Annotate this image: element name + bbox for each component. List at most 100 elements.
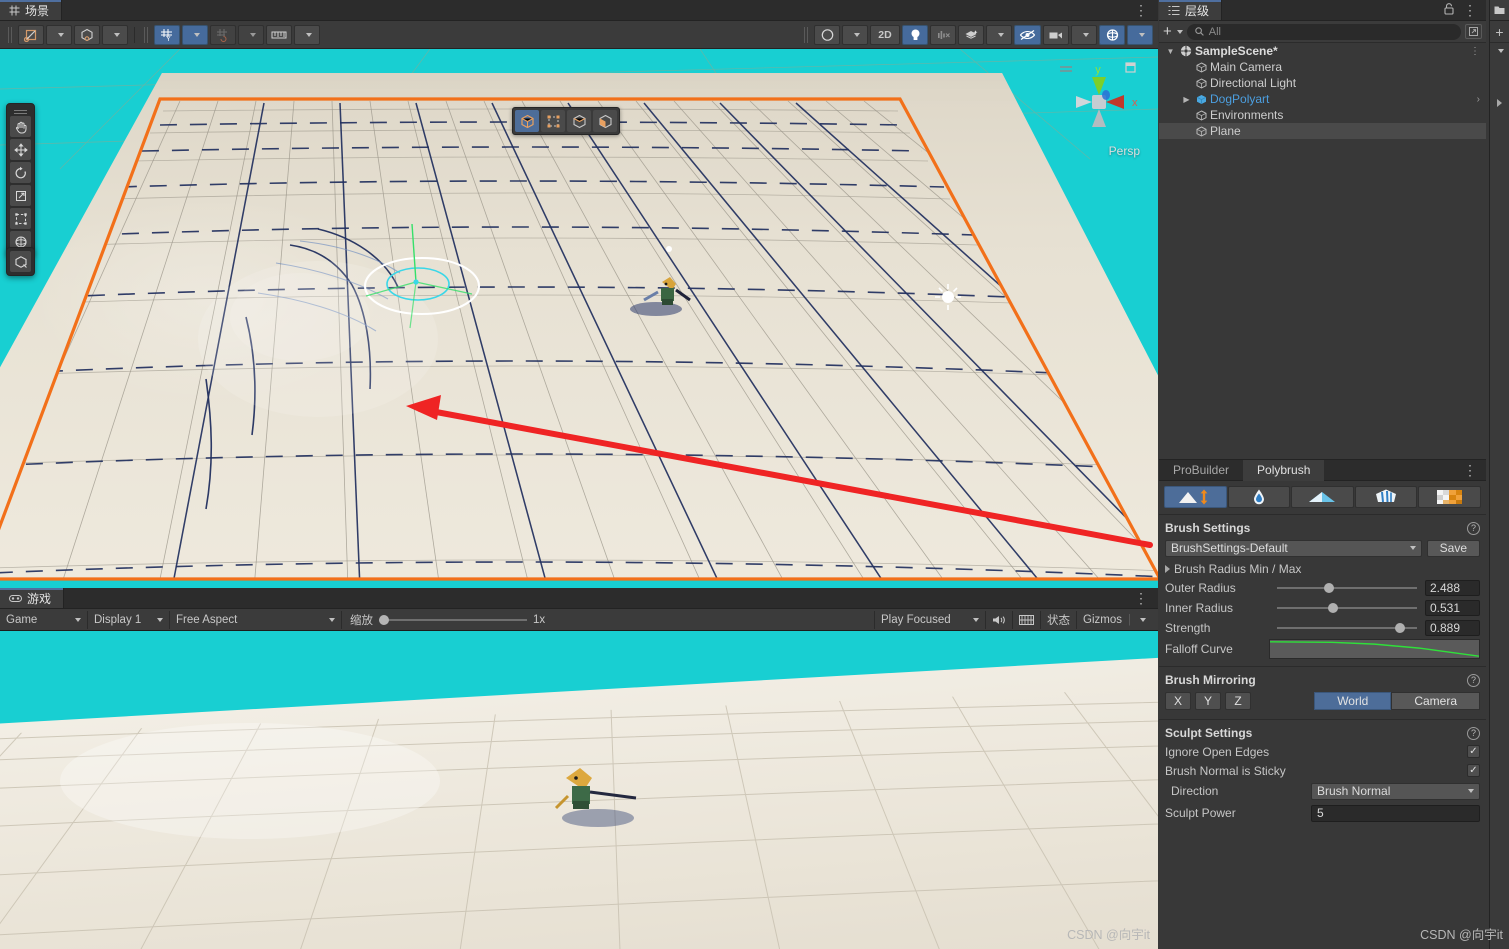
gizmos-dropdown[interactable] <box>1127 24 1153 45</box>
mirror-space-world-button[interactable]: World <box>1314 692 1392 710</box>
polybrush-menu-icon[interactable]: ⋮ <box>1463 462 1477 478</box>
camera-settings-button[interactable] <box>1043 24 1069 45</box>
search-input[interactable]: All <box>1186 23 1461 40</box>
smooth-mode-button[interactable] <box>1227 486 1291 508</box>
tab-polybrush[interactable]: Polybrush <box>1243 459 1325 481</box>
pivot-mode-dropdown[interactable] <box>46 24 72 45</box>
slider-value-field[interactable]: 0.889 <box>1425 620 1480 636</box>
scene-lighting-button[interactable] <box>902 24 928 45</box>
hierarchy-item-samplescene[interactable]: ▼ SampleScene* ⋮ <box>1159 43 1486 59</box>
tab-game[interactable]: 游戏 <box>0 588 65 608</box>
rect-tool-button[interactable] <box>10 208 31 229</box>
scene-tab-menu[interactable]: ⋮ <box>1134 0 1158 20</box>
ignore-open-edges-row[interactable]: Ignore Open Edges ✓ <box>1165 742 1480 761</box>
play-focus-selector[interactable]: Play Focused <box>874 610 987 629</box>
brush-radius-foldout[interactable]: Brush Radius Min / Max <box>1165 559 1480 578</box>
grid-snapping-dropdown[interactable] <box>182 24 208 45</box>
draw-mode-dropdown[interactable] <box>842 24 868 45</box>
scale-slider-group[interactable]: 缩放 1x <box>342 612 553 628</box>
paint-vertex-color-button[interactable] <box>1354 486 1418 508</box>
scale-slider-track[interactable] <box>379 614 527 625</box>
handle-rotation-dropdown[interactable] <box>102 24 128 45</box>
slider-knob[interactable] <box>1323 583 1334 593</box>
disclosure-triangle[interactable]: ▼ <box>1164 47 1177 56</box>
audio-toggle-button[interactable] <box>930 24 956 45</box>
flatten-mode-button[interactable] <box>1291 486 1354 508</box>
mute-audio-button[interactable] <box>986 610 1014 629</box>
scale-tool-button[interactable] <box>10 185 31 206</box>
move-tool-button[interactable] <box>10 139 31 160</box>
help-icon[interactable]: ? <box>1467 521 1480 535</box>
mirror-axis-y-button[interactable]: Y <box>1195 692 1221 710</box>
probuilder-face-mode[interactable] <box>593 110 617 132</box>
slider-track[interactable] <box>1277 623 1417 633</box>
tab-scene[interactable]: 场景 <box>0 0 63 20</box>
direction-dropdown[interactable]: Brush Normal <box>1311 782 1480 800</box>
sliver-tab[interactable] <box>1490 0 1509 21</box>
slider-value-field[interactable]: 0.531 <box>1425 600 1480 616</box>
search-expand-button[interactable] <box>1465 24 1482 39</box>
increment-snap-dropdown[interactable] <box>294 24 320 45</box>
save-button[interactable]: Save <box>1426 539 1480 557</box>
mirror-space-camera-button[interactable]: Camera <box>1391 692 1480 710</box>
stats-label-item[interactable]: 状态 <box>1041 610 1078 629</box>
stats-button[interactable] <box>1013 610 1042 629</box>
pivot-mode-button[interactable] <box>18 24 44 45</box>
grid-visibility-button[interactable] <box>210 24 236 45</box>
chevron-down-icon[interactable] <box>1498 49 1504 53</box>
display-selector[interactable]: Display 1 <box>88 610 170 629</box>
help-icon[interactable]: ? <box>1467 726 1480 740</box>
slider-value-field[interactable]: 2.488 <box>1425 580 1480 596</box>
camera-settings-dropdown[interactable] <box>1071 24 1097 45</box>
slider-knob[interactable] <box>1395 623 1406 633</box>
hierarchy-item-directional-light[interactable]: Directional Light <box>1159 75 1486 91</box>
lock-icon[interactable] <box>1444 2 1454 18</box>
grid-visibility-dropdown[interactable] <box>238 24 264 45</box>
help-icon[interactable]: ? <box>1467 673 1480 687</box>
scene-viewport[interactable]: y x Persp <box>0 49 1158 588</box>
draw-mode-button[interactable] <box>814 24 840 45</box>
brush-preset-dropdown[interactable]: BrushSettings-Default <box>1165 539 1422 557</box>
slider-track[interactable] <box>1277 583 1417 593</box>
hierarchy-menu-icon[interactable]: ⋮ <box>1463 3 1477 17</box>
prefab-open-chevron[interactable]: › <box>1477 94 1480 105</box>
probuilder-edge-mode[interactable] <box>567 110 591 132</box>
game-viewport[interactable]: CSDN @向宇it <box>0 631 1158 949</box>
toolbar-grip-3[interactable] <box>804 26 809 43</box>
slider-knob[interactable] <box>1328 603 1338 613</box>
play-mode-selector[interactable]: Game <box>0 610 88 629</box>
hand-tool-button[interactable] <box>10 116 31 137</box>
custom-editor-tool-button[interactable] <box>10 251 31 272</box>
mirror-axis-z-button[interactable]: Z <box>1225 692 1251 710</box>
toolbar-grip[interactable] <box>8 26 13 43</box>
fx-dropdown[interactable] <box>986 24 1012 45</box>
disclosure-triangle[interactable]: ▶ <box>1180 95 1193 104</box>
fx-toggle-button[interactable] <box>958 24 984 45</box>
2d-toggle-button[interactable]: 2D <box>870 24 900 45</box>
hierarchy-item-dogpolyart[interactable]: ▶ DogPolyart › <box>1159 91 1486 107</box>
increment-snap-button[interactable] <box>266 24 292 45</box>
gizmos-toggle-button[interactable] <box>1099 24 1125 45</box>
handle-rotation-button[interactable] <box>74 24 100 45</box>
sculpt-mode-button[interactable] <box>1164 486 1227 508</box>
mirror-axis-x-button[interactable]: X <box>1165 692 1191 710</box>
game-tab-menu[interactable]: ⋮ <box>1134 588 1158 608</box>
brush-normal-sticky-row[interactable]: Brush Normal is Sticky ✓ <box>1165 761 1480 780</box>
scale-slider-knob[interactable] <box>379 614 389 625</box>
falloff-curve-field[interactable] <box>1269 639 1480 659</box>
probuilder-object-mode[interactable] <box>515 110 539 132</box>
hierarchy-item-plane[interactable]: Plane <box>1159 123 1486 139</box>
sculpt-power-input[interactable]: 5 <box>1311 804 1480 822</box>
gizmos-selector[interactable]: Gizmos | <box>1077 611 1152 629</box>
sliver-add-button[interactable]: + <box>1490 21 1509 43</box>
tab-hierarchy[interactable]: 层级 <box>1159 0 1223 20</box>
toolbar-grip-2[interactable] <box>144 26 149 43</box>
scene-visibility-button[interactable] <box>1014 24 1041 45</box>
rotate-tool-button[interactable] <box>10 162 31 183</box>
brush-normal-sticky-checkbox[interactable]: ✓ <box>1467 764 1480 777</box>
chevron-right-icon[interactable] <box>1497 99 1502 107</box>
probuilder-vertex-mode[interactable] <box>541 110 565 132</box>
ignore-open-edges-checkbox[interactable]: ✓ <box>1467 745 1480 758</box>
tab-probuilder[interactable]: ProBuilder <box>1159 460 1243 481</box>
scene-row-menu[interactable]: ⋮ <box>1470 46 1480 57</box>
